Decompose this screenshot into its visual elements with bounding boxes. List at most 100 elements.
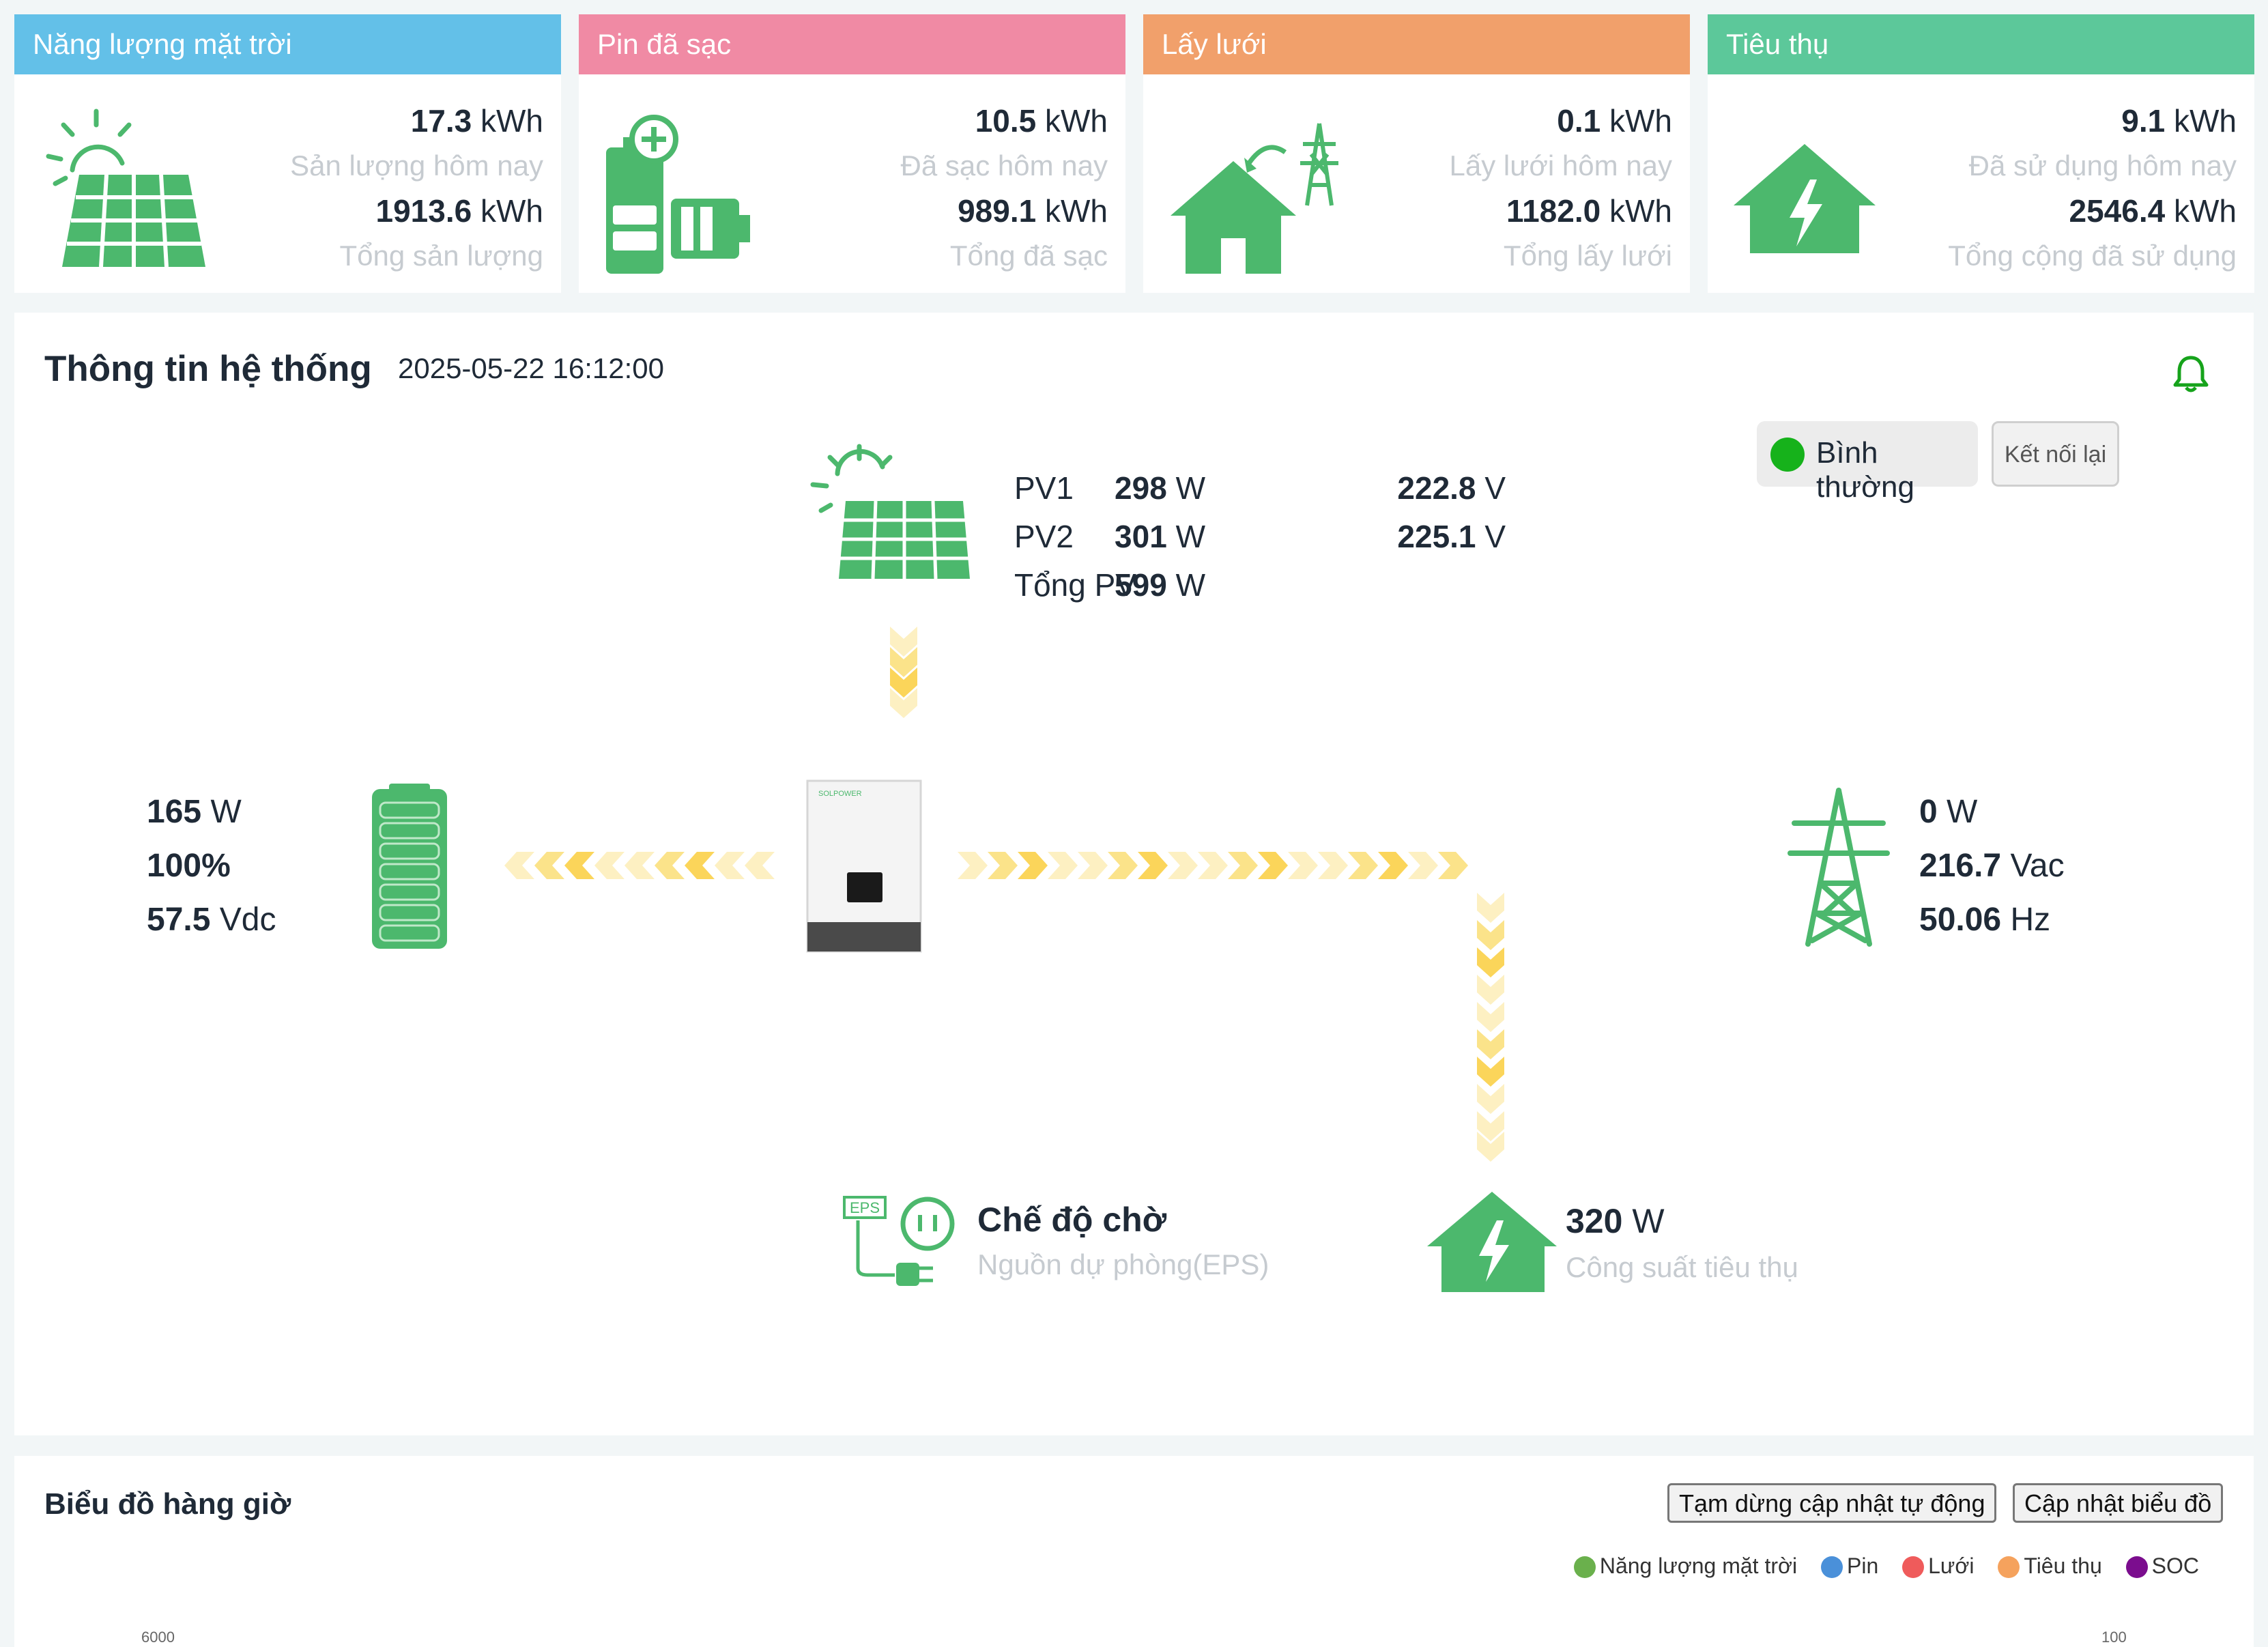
grid-house-icon [1171,123,1338,274]
battery-today-value: 10.5 [975,103,1037,139]
legend-soc-dot [2125,1556,2148,1578]
grid-total-value: 1182.0 [1506,193,1601,229]
solar-total-label: Tổng sản lượng [339,240,544,272]
grid-frequency-unit: Hz [2010,902,2051,938]
hourly-chart-panel: Biểu đồ hàng giờ Tạm dừng cập nhật tự độ… [14,1456,2254,1647]
refresh-chart-button[interactable]: Cập nhật biểu đồ [2013,1483,2224,1523]
pv1-voltage-unit: V [1484,470,1506,506]
chart-legend: Năng lượng mặt trời Pin Lưới Tiêu thụ SO… [1556,1553,2199,1579]
status-dot-icon [1770,438,1805,472]
battery-voltage-unit: Vdc [219,902,276,938]
legend-solar[interactable]: Năng lượng mặt trời [1573,1553,1798,1579]
pv-row-total: Tổng PV 599 W [1014,561,1506,610]
pv2-label: PV2 [1014,519,1074,554]
solar-total-unit: kWh [480,193,543,229]
grid-power: 0 [1919,794,1938,830]
load-flow-arrows-vertical [1477,893,1504,1162]
eps-mode-subtitle: Nguồn dự phòng(EPS) [977,1248,1269,1280]
grid-today-value: 0.1 [1557,103,1601,139]
consumption-total-value: 2546.4 [2069,193,2166,229]
consumption-today-label: Đã sử dụng hôm nay [1968,149,2237,182]
solar-card-header: Năng lượng mặt trời [14,14,561,74]
battery-power-unit: W [210,794,242,830]
legend-consumption[interactable]: Tiêu thụ [1998,1553,2102,1579]
battery-soc: 100% [147,848,231,884]
solar-today-value: 17.3 [410,103,472,139]
eps-plug-icon: EPS [843,1196,955,1286]
system-panel: Thông tin hệ thống 2025-05-22 16:12:00 B… [14,313,2254,1435]
pv1-power: 298 [1115,470,1167,506]
pv-total-power: 599 [1115,567,1167,603]
grid-total-label: Tổng lấy lưới [1503,240,1672,272]
consumption-card: Tiêu thụ 9.1 kWh Đã sử dụng hôm nay 2546… [1708,14,2254,293]
legend-grid-label: Lưới [1928,1553,1975,1578]
legend-grid[interactable]: Lưới [1902,1553,1974,1579]
pv-row-2: PV2 301 W 225.1 V [1014,513,1506,561]
pv1-label: PV1 [1014,470,1074,506]
battery-flow-arrows [504,852,775,879]
pv1-power-unit: W [1175,470,1205,506]
legend-soc-label: SOC [2151,1553,2199,1578]
status-badge: Bình thường [1757,421,1978,504]
battery-card-values: 10.5 kWh Đã sạc hôm nay 989.1 kWh Tổng đ… [901,98,1108,278]
y-axis-left-top-tick: 6000 [141,1629,175,1646]
pv2-power-unit: W [1175,519,1205,554]
pause-auto-update-button[interactable]: Tạm dừng cập nhật tự động [1667,1483,1997,1523]
load-power: 320 [1566,1202,1623,1240]
legend-consumption-label: Tiêu thụ [2024,1553,2102,1578]
hourly-chart-title: Biểu đồ hàng giờ [44,1487,291,1521]
grid-card-values: 0.1 kWh Lấy lưới hôm nay 1182.0 kWh Tổng… [1450,98,1672,278]
consumption-total-unit: kWh [2174,193,2237,229]
solar-today-unit: kWh [480,103,543,139]
grid-stats: 0 W 216.7 Vac 50.06 Hz [1919,785,2065,947]
solar-today-label: Sản lượng hôm nay [290,149,543,182]
legend-consumption-dot [1998,1556,2020,1578]
reconnect-button[interactable]: Kết nối lại [1992,421,2119,487]
eps-mode-title: Chế độ chờ [977,1201,1167,1239]
pv2-power: 301 [1115,519,1167,554]
pv2-voltage: 225.1 [1397,519,1476,554]
system-title: Thông tin hệ thống [44,349,372,389]
consumption-card-header: Tiêu thụ [1708,14,2254,74]
legend-solar-dot [1573,1556,1596,1578]
bell-icon[interactable] [2171,354,2211,395]
grid-card-header: Lấy lưới [1143,14,1690,74]
pv-total-power-unit: W [1175,567,1205,603]
pv-flow-arrows [890,627,917,718]
home-power-icon [1734,144,1876,253]
grid-voltage: 216.7 [1919,848,2002,884]
battery-card: Pin đã sạc 10.5 kWh Đã sạc hôm nay 989.1… [579,14,1125,293]
solar-card: Năng lượng mặt trời 17.3 kWh Sản lượng h… [14,14,561,293]
solar-total-value: 1913.6 [375,193,472,229]
grid-power-unit: W [1947,794,1978,830]
solar-card-values: 17.3 kWh Sản lượng hôm nay 1913.6 kWh Tổ… [290,98,543,278]
battery-stats: 165 W 100% 57.5 Vdc [147,785,276,947]
consumption-today-value: 9.1 [2121,103,2166,139]
legend-battery-dot [1820,1556,1843,1578]
grid-card: Lấy lưới 0.1 kWh Lấy lưới hôm nay 1182.0… [1143,14,1690,293]
legend-soc[interactable]: SOC [2125,1553,2199,1579]
grid-voltage-unit: Vac [2010,848,2065,884]
pv-table: PV1 298 W 222.8 V PV2 301 W 225.1 V Tổng… [1014,464,1506,610]
grid-today-label: Lấy lưới hôm nay [1449,149,1672,182]
y-axis-right-top-tick: 100 [2101,1629,2127,1646]
load-power-unit: W [1632,1202,1665,1240]
pv2-voltage-unit: V [1484,519,1506,554]
eps-badge-text: EPS [850,1199,880,1216]
battery-power: 165 [147,794,202,830]
load-power-value: 320 W [1566,1201,1665,1241]
battery-total-unit: kWh [1045,193,1108,229]
battery-voltage: 57.5 [147,902,211,938]
battery-charge-icon [606,115,750,274]
battery-icon [372,784,447,949]
battery-today-label: Đã sạc hôm nay [900,149,1108,182]
load-house-icon [1427,1192,1557,1292]
legend-solar-label: Năng lượng mặt trời [1599,1553,1798,1578]
battery-today-unit: kWh [1045,103,1108,139]
pv-solar-icon [810,444,970,579]
consumption-card-values: 9.1 kWh Đã sử dụng hôm nay 2546.4 kWh Tổ… [1948,98,2237,278]
inverter-icon: SOLPOWER [806,779,922,953]
battery-card-header: Pin đã sạc [579,14,1125,74]
legend-battery[interactable]: Pin [1820,1553,1878,1579]
consumption-total-label: Tổng cộng đã sử dụng [1948,240,2237,272]
